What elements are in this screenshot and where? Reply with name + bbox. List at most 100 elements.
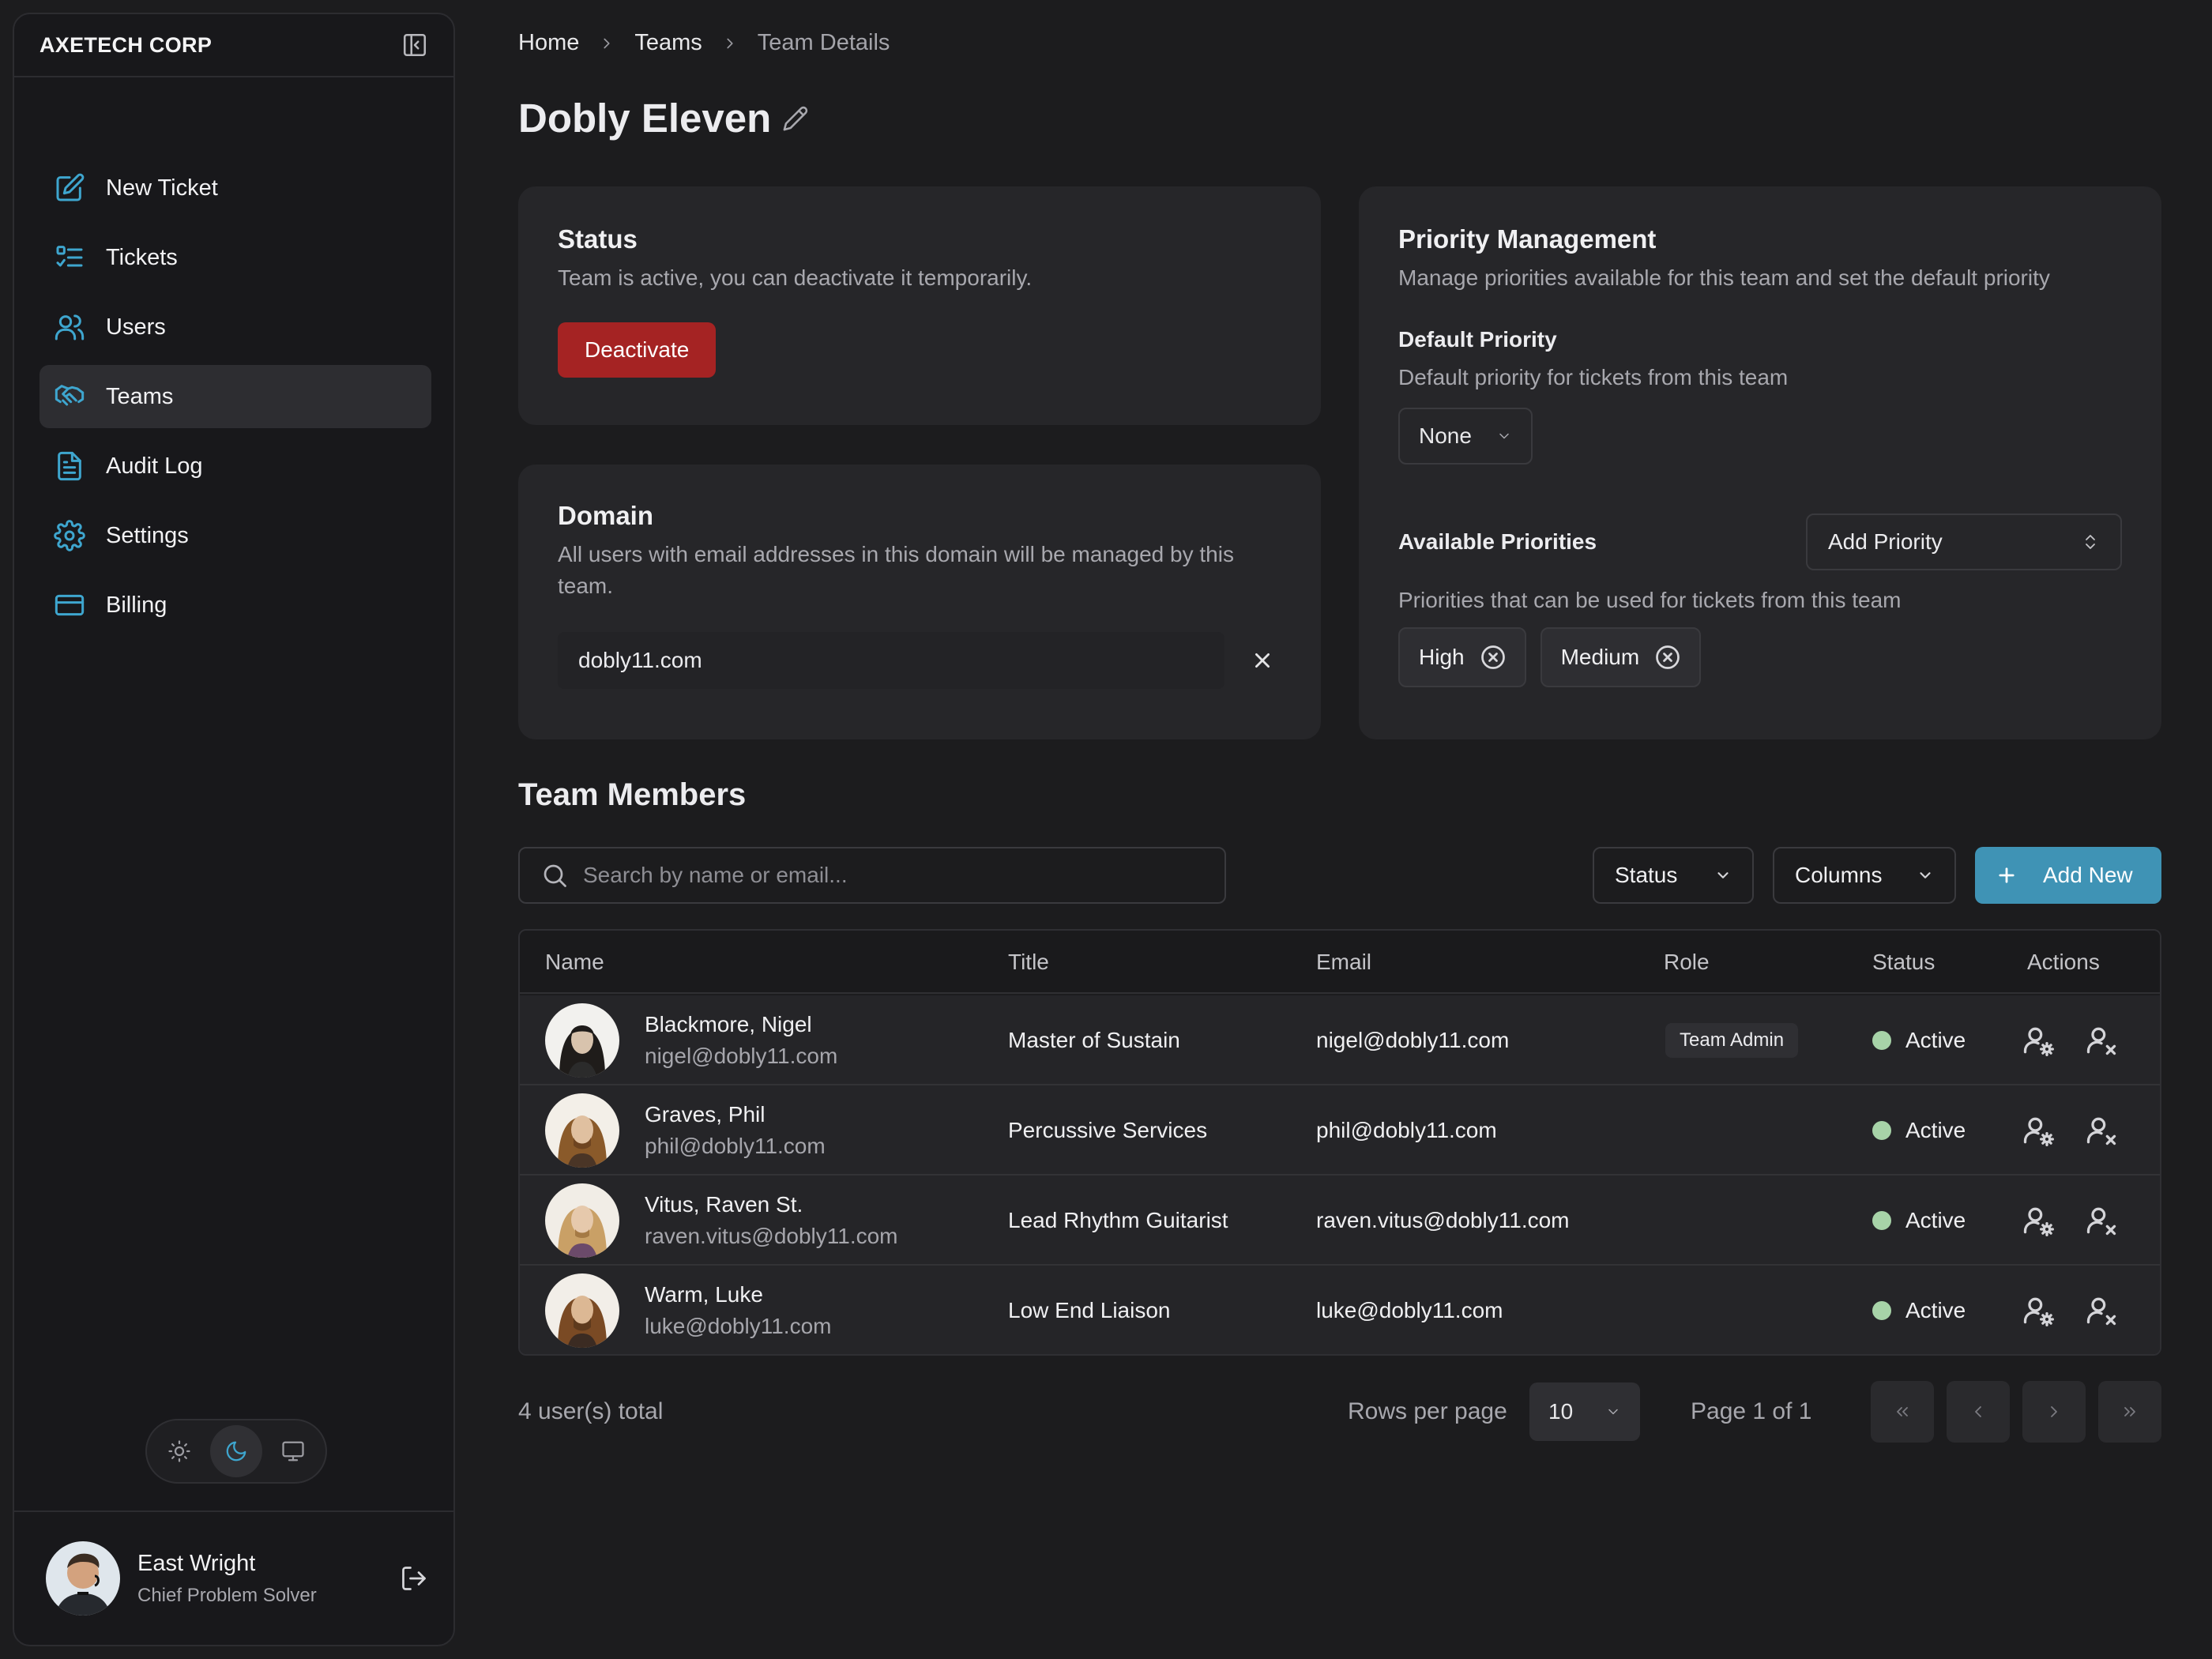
remove-user-icon[interactable]: [2084, 1023, 2119, 1058]
member-email-sub: raven.vitus@dobly11.com: [645, 1224, 898, 1248]
sidebar-item-teams[interactable]: Teams: [40, 365, 431, 428]
sidebar-item-billing[interactable]: Billing: [40, 574, 431, 637]
priority-chip-medium: Medium: [1540, 627, 1702, 687]
user-settings-icon[interactable]: [2021, 1203, 2056, 1238]
status-card: Status Team is active, you can deactivat…: [518, 186, 1321, 425]
user-settings-icon[interactable]: [2021, 1293, 2056, 1328]
add-new-button[interactable]: Add New: [1975, 847, 2161, 904]
member-name: Warm, Luke: [645, 1282, 763, 1307]
user-settings-icon[interactable]: [2021, 1023, 2056, 1058]
last-page-button[interactable]: [2098, 1381, 2161, 1443]
sidebar-item-users[interactable]: Users: [40, 295, 431, 359]
breadcrumb-teams[interactable]: Teams: [634, 30, 702, 56]
domain-card-title: Domain: [558, 501, 654, 530]
title-cell: Low End Liaison: [1008, 1298, 1171, 1322]
role-badge: Team Admin: [1665, 1023, 1799, 1058]
clear-domain-button[interactable]: [1243, 641, 1281, 679]
column-header-name[interactable]: Name: [545, 950, 604, 975]
default-priority-value: None: [1419, 423, 1472, 448]
avatar: [545, 1183, 619, 1258]
previous-page-button[interactable]: [1947, 1381, 2010, 1443]
sidebar: AXETECH CORP New Ticket Tickets Users Te…: [13, 13, 455, 1646]
add-priority-select[interactable]: Add Priority: [1806, 514, 2122, 570]
table-row: Vitus, Raven St. raven.vitus@dobly11.com…: [520, 1176, 2160, 1266]
status-text: Active: [1905, 1028, 1966, 1052]
first-page-button[interactable]: [1871, 1381, 1934, 1443]
priority-card: Priority Management Manage priorities av…: [1359, 186, 2161, 739]
domain-card-description: All users with email addresses in this d…: [558, 542, 1234, 598]
status-card-title: Status: [558, 224, 638, 254]
sidebar-item-audit-log[interactable]: Audit Log: [40, 434, 431, 498]
name-cell: Graves, Phil phil@dobly11.com: [545, 1085, 826, 1176]
default-priority-select[interactable]: None: [1398, 408, 1533, 465]
remove-user-icon[interactable]: [2084, 1293, 2119, 1328]
status-dot: [1872, 1121, 1891, 1140]
actions-cell: [2021, 1176, 2147, 1266]
rows-per-page-label: Rows per page: [1348, 1398, 1507, 1424]
breadcrumb-home[interactable]: Home: [518, 30, 579, 56]
actions-cell: [2021, 995, 2147, 1085]
next-page-button[interactable]: [2022, 1381, 2086, 1443]
status-text: Active: [1905, 1208, 1966, 1232]
search-input[interactable]: [583, 863, 1224, 888]
role-cell: Team Admin: [1665, 995, 1799, 1085]
available-priorities-description: Priorities that can be used for tickets …: [1398, 588, 1902, 612]
status-cell: Active: [1872, 1085, 1966, 1176]
status-dot: [1872, 1211, 1891, 1230]
domain-field-row: [558, 632, 1281, 689]
sidebar-nav: New Ticket Tickets Users Teams Audit Log…: [40, 156, 431, 643]
domain-input[interactable]: [558, 632, 1224, 689]
sidebar-item-settings[interactable]: Settings: [40, 504, 431, 567]
sidebar-item-label: Billing: [106, 592, 167, 618]
sidebar-header: AXETECH CORP: [14, 14, 453, 77]
remove-circle-icon[interactable]: [1479, 643, 1507, 672]
document-icon: [58, 451, 81, 481]
status-cell: Active: [1872, 995, 1966, 1085]
priority-card-title: Priority Management: [1398, 224, 1657, 254]
deactivate-button[interactable]: Deactivate: [558, 322, 717, 378]
add-new-label: Add New: [2043, 863, 2133, 887]
sidebar-item-new-ticket[interactable]: New Ticket: [40, 156, 431, 220]
system-theme-button[interactable]: [267, 1425, 319, 1477]
dark-theme-button[interactable]: [210, 1425, 262, 1477]
name-cell: Vitus, Raven St. raven.vitus@dobly11.com: [545, 1176, 898, 1266]
user-settings-icon[interactable]: [2021, 1113, 2056, 1148]
breadcrumb: Home Teams Team Details: [518, 30, 890, 56]
sidebar-item-tickets[interactable]: Tickets: [40, 226, 431, 289]
avatar[interactable]: [46, 1541, 120, 1616]
chevrons-left-icon: [1897, 1407, 1908, 1416]
columns-button[interactable]: Columns: [1773, 847, 1956, 904]
rows-per-page-select[interactable]: 10: [1529, 1382, 1640, 1441]
remove-user-icon[interactable]: [2084, 1203, 2119, 1238]
table-footer: 4 user(s) total Rows per page 10 Page 1 …: [518, 1381, 2161, 1443]
priority-chip-high: High: [1398, 627, 1526, 687]
member-email-sub: nigel@dobly11.com: [645, 1044, 838, 1068]
priority-card-description: Manage priorities available for this tea…: [1398, 265, 2050, 290]
table-row: Graves, Phil phil@dobly11.com Percussive…: [520, 1085, 2160, 1176]
column-header-actions: Actions: [2027, 950, 2100, 974]
member-name: Blackmore, Nigel: [645, 1012, 812, 1036]
theme-toggle: [145, 1419, 327, 1484]
column-header-status[interactable]: Status: [1872, 950, 1935, 975]
status-filter-button[interactable]: Status: [1593, 847, 1754, 904]
gear-icon: [54, 520, 85, 551]
team-members-title: Team Members: [518, 777, 747, 812]
collapse-sidebar-icon[interactable]: [401, 32, 428, 58]
plus-icon: [1999, 867, 2014, 883]
pencil-icon[interactable]: [782, 105, 809, 132]
sidebar-item-label: Settings: [106, 522, 189, 548]
member-name: Vitus, Raven St.: [645, 1192, 803, 1217]
column-header-role[interactable]: Role: [1664, 950, 1710, 975]
search-icon: [544, 864, 566, 887]
member-name: Graves, Phil: [645, 1102, 766, 1127]
logout-icon[interactable]: [400, 1564, 428, 1593]
light-theme-button[interactable]: [153, 1425, 205, 1477]
column-header-email[interactable]: Email: [1316, 950, 1371, 975]
column-header-title[interactable]: Title: [1008, 950, 1049, 975]
remove-circle-icon[interactable]: [1653, 643, 1682, 672]
remove-user-icon[interactable]: [2084, 1113, 2119, 1148]
table-header: Name Title Email Role Status Actions: [520, 931, 2160, 994]
chevron-down-icon: [1920, 872, 1931, 878]
status-cell: Active: [1872, 1176, 1966, 1266]
sidebar-item-label: Audit Log: [106, 453, 203, 479]
